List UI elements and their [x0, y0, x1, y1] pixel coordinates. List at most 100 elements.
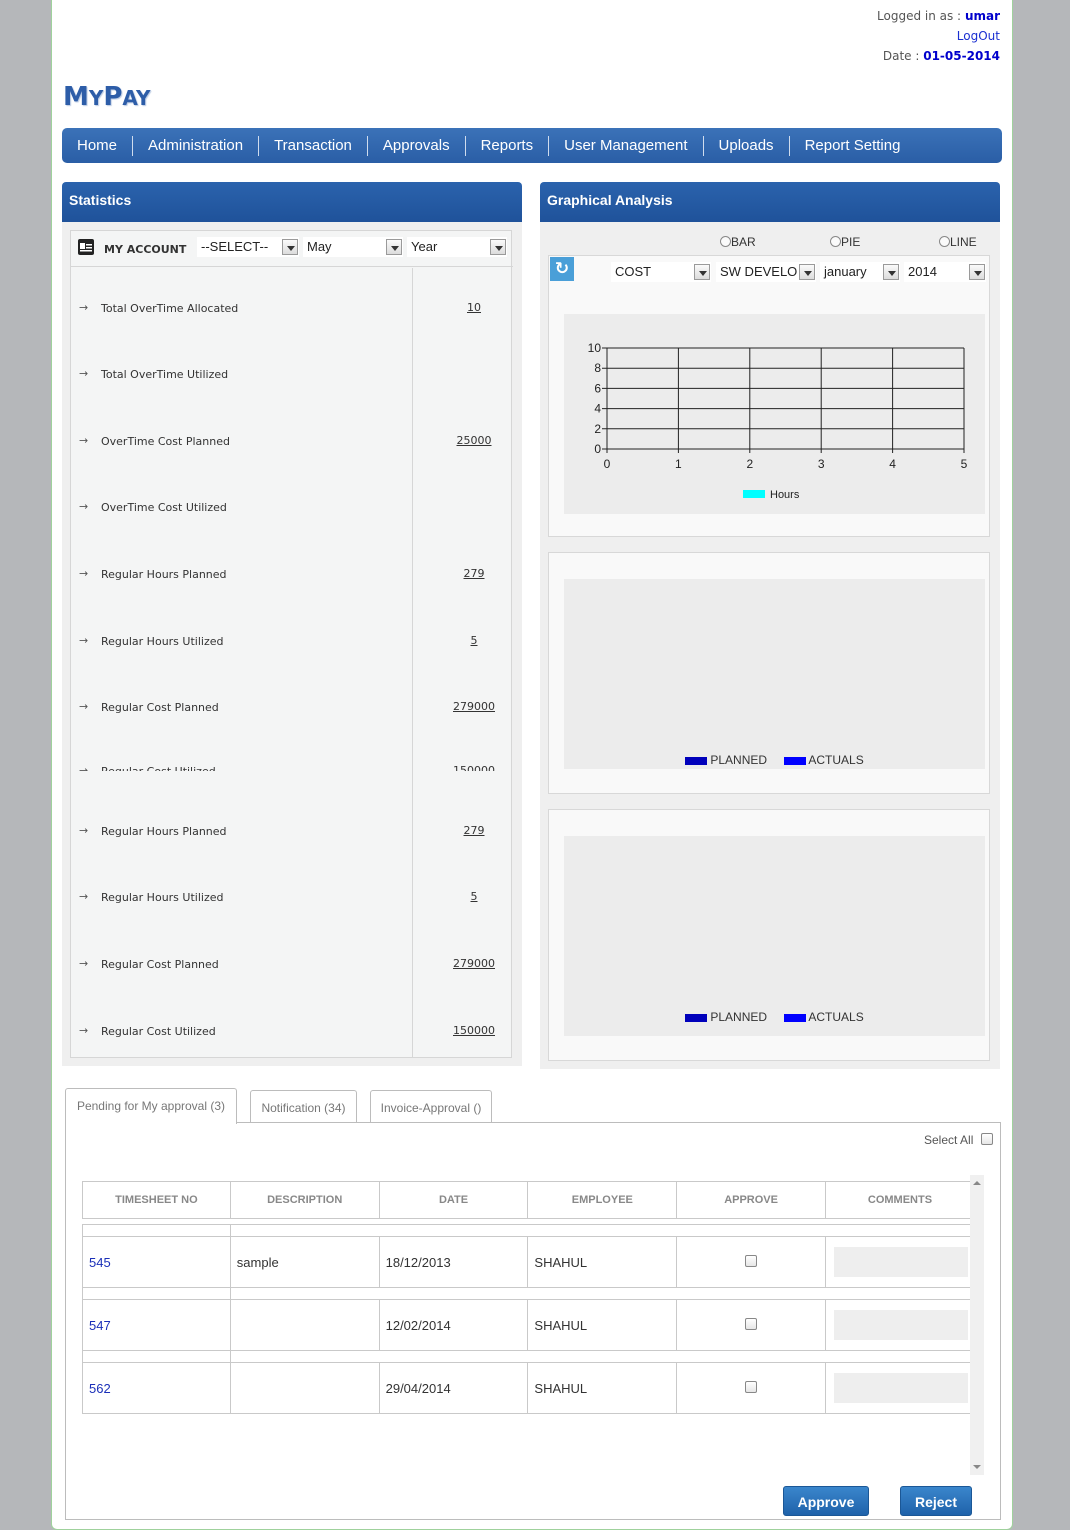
statistic-value[interactable]: 25000: [412, 434, 536, 447]
department-select[interactable]: SW DEVELO: [716, 262, 816, 282]
radio-bar[interactable]: BAR: [720, 235, 756, 249]
year-filter-select[interactable]: 2014: [904, 262, 986, 282]
table-spacer: [82, 1350, 976, 1363]
nav-administration[interactable]: Administration: [133, 135, 260, 156]
statistic-label: Regular Cost Planned: [101, 701, 219, 714]
arrow-right-icon: →: [79, 434, 89, 447]
account-card-icon: [78, 239, 94, 255]
refresh-icon[interactable]: ↻: [550, 257, 574, 281]
tab-invoice-approval[interactable]: Invoice-Approval (): [370, 1090, 492, 1124]
chevron-down-icon: [883, 264, 899, 280]
arrow-right-icon: →: [79, 301, 89, 314]
col-date: DATE: [378, 1181, 529, 1219]
statistic-label: Total OverTime Utilized: [101, 368, 229, 381]
approve-checkbox[interactable]: [745, 1254, 758, 1267]
statistics-row: → OverTime Cost Planned 25000: [71, 432, 513, 452]
account-select[interactable]: --SELECT--: [197, 237, 299, 257]
table-scrollbar[interactable]: [970, 1175, 984, 1475]
table-row: 562 29/04/2014 SHAHUL: [82, 1362, 976, 1414]
arrow-right-icon: →: [79, 890, 89, 903]
chevron-down-icon: [386, 239, 402, 255]
statistic-value[interactable]: 279000: [412, 700, 536, 713]
approve-checkbox[interactable]: [745, 1317, 758, 1330]
employee: SHAHUL: [527, 1299, 678, 1351]
nav-reports[interactable]: Reports: [466, 135, 550, 156]
select-all-checkbox[interactable]: [981, 1133, 993, 1145]
radio-pie[interactable]: PIE: [830, 235, 860, 249]
approval-tabs: Pending for My approval (3) Notification…: [65, 1088, 1001, 1520]
hours-chart-box: ↻ COST SW DEVELO january 2014 0 2 4 6 8 10 0 1 2…: [548, 255, 990, 537]
tab-notification[interactable]: Notification (34): [250, 1090, 357, 1124]
date-label: Date :: [882, 49, 920, 63]
year-select[interactable]: Year: [407, 237, 507, 257]
timesheet-no[interactable]: 545: [82, 1236, 231, 1288]
month-select[interactable]: May: [303, 237, 403, 257]
nav-report-setting[interactable]: Report Setting: [790, 136, 916, 156]
approve-checkbox[interactable]: [745, 1380, 758, 1393]
table-row: 547 12/02/2014 SHAHUL: [82, 1299, 976, 1351]
nav-approvals[interactable]: Approvals: [368, 135, 466, 156]
type-select[interactable]: COST: [611, 262, 711, 282]
radio-line[interactable]: LINE: [939, 235, 977, 249]
timesheet-no[interactable]: 547: [82, 1299, 231, 1351]
statistic-label: OverTime Cost Planned: [101, 435, 230, 448]
statistic-label: Regular Cost Utilized: [101, 1025, 216, 1038]
statistic-value[interactable]: 279: [412, 567, 536, 580]
tab-pending-approval[interactable]: Pending for My approval (3): [65, 1088, 237, 1124]
scroll-up-icon[interactable]: [973, 1181, 981, 1185]
x-tick-label: 0: [604, 457, 611, 471]
nav-transaction[interactable]: Transaction: [259, 135, 368, 156]
x-tick-label: 5: [961, 457, 968, 471]
my-account-label: MY ACCOUNT: [104, 243, 187, 256]
logout-link[interactable]: LogOut: [877, 26, 1000, 46]
approval-table: TIMESHEET NO DESCRIPTION DATE EMPLOYEE A…: [82, 1181, 976, 1414]
planned-actuals-chart-box-1: PLANNED ACTUALS: [548, 552, 990, 794]
x-tick-label: 1: [675, 457, 682, 471]
hours-chart-area: 0 2 4 6 8 10 0 1 2 3 4 5 Hours: [564, 314, 985, 514]
comments-cell: [824, 1362, 976, 1414]
planned-actuals-chart-area-2: PLANNED ACTUALS: [564, 836, 985, 1036]
statistic-value[interactable]: 150000: [412, 1024, 536, 1037]
reject-button[interactable]: Reject: [900, 1486, 972, 1516]
statistic-value[interactable]: 5: [412, 634, 536, 647]
approve-button[interactable]: Approve: [783, 1486, 869, 1516]
legend-swatch-actuals: [783, 756, 806, 765]
statistic-value[interactable]: 10: [412, 301, 536, 314]
comment-input[interactable]: [833, 1373, 968, 1403]
comment-input[interactable]: [833, 1247, 968, 1277]
month-filter-select[interactable]: january: [820, 262, 900, 282]
statistics-row: →Regular Cost Utilized150000: [71, 1022, 513, 1042]
y-tick-label: 4: [594, 402, 601, 416]
arrow-right-icon: →: [79, 367, 89, 380]
statistic-value[interactable]: 279000: [412, 957, 536, 970]
timesheet-no[interactable]: 562: [82, 1362, 231, 1414]
nav-home[interactable]: Home: [62, 135, 134, 156]
arrow-right-icon: →: [79, 634, 89, 647]
nav-user-management[interactable]: User Management: [549, 135, 704, 156]
arrow-right-icon: →: [79, 764, 89, 771]
statistic-value[interactable]: 279: [412, 824, 536, 837]
y-tick-label: 8: [594, 361, 601, 375]
arrow-right-icon: →: [79, 824, 89, 837]
radio-icon: [720, 236, 731, 247]
col-approve: APPROVE: [676, 1181, 826, 1219]
statistic-label: Regular Hours Utilized: [101, 635, 224, 648]
statistic-value[interactable]: 150000: [412, 764, 513, 771]
statistic-value[interactable]: 5: [412, 890, 536, 903]
statistics-row: → Regular Hours Planned 279: [71, 565, 513, 585]
legend-swatch-actuals: [783, 1013, 806, 1022]
chart-legend: PLANNED ACTUALS: [685, 753, 864, 767]
statistic-label: Regular Hours Utilized: [101, 891, 224, 904]
statistics-row: → Regular Cost Planned 279000: [71, 698, 513, 718]
legend-actuals: ACTUALS: [808, 1010, 864, 1024]
statistics-row: → Regular Hours Planned 279: [71, 822, 513, 842]
statistic-label: Regular Hours Planned: [101, 568, 227, 581]
chevron-down-icon: [969, 264, 985, 280]
y-tick-label: 0: [594, 442, 601, 456]
comments-cell: [824, 1236, 976, 1288]
comment-input[interactable]: [833, 1310, 968, 1340]
y-tick-label: 6: [594, 381, 601, 395]
nav-uploads[interactable]: Uploads: [704, 135, 790, 156]
statistics-panel: MY ACCOUNT --SELECT-- May Year → Total Ov…: [62, 222, 522, 1066]
scroll-down-icon[interactable]: [973, 1465, 981, 1469]
